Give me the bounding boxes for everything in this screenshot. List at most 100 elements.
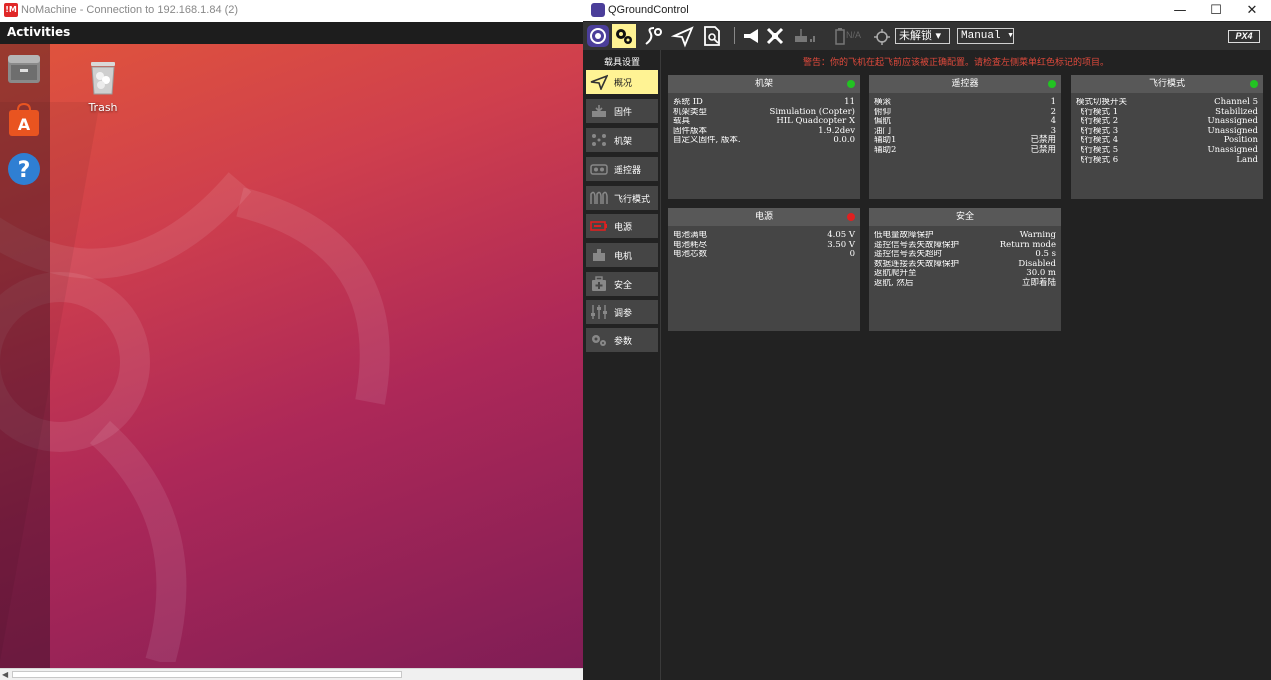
fly-view-button[interactable]	[670, 24, 695, 48]
power-summary-panel[interactable]: 电源 电池满电 4.05 V 电池耗尽 3.50 V 电池芯数 0	[668, 208, 860, 331]
panel-row: 固件版本 1.9.2dev	[673, 125, 855, 136]
safety-icon	[592, 276, 606, 291]
svg-text:A: A	[18, 115, 31, 134]
panel-row: 电池芯数 0	[673, 249, 855, 260]
messages-indicator[interactable]	[740, 24, 764, 48]
chevron-down-icon: ▾	[1007, 30, 1014, 42]
battery-icon	[590, 221, 607, 231]
panel-header: 遥控器	[869, 75, 1061, 93]
sidebar-item-safety[interactable]: 安全	[586, 272, 658, 296]
sidebar-item-radio[interactable]: 遥控器	[586, 157, 658, 181]
battery-indicator[interactable]	[833, 24, 847, 48]
sidebar-item-label: 调参	[614, 309, 633, 319]
analyze-document-icon	[704, 26, 720, 46]
activities-button[interactable]: Activities	[7, 25, 70, 39]
airframe-icon	[592, 134, 606, 146]
sidebar-item-label: 参数	[614, 337, 633, 347]
panel-row: 俯仰 2	[874, 106, 1056, 117]
panel-header: 飞行模式	[1071, 75, 1263, 93]
sidebar-item-label: 遥控器	[614, 166, 642, 176]
satellite-icon	[766, 27, 784, 45]
qgc-logo-icon	[587, 25, 609, 47]
battery-value: N/A	[846, 30, 862, 40]
files-icon[interactable]	[5, 50, 43, 88]
status-error-indicator-icon	[847, 213, 855, 221]
trash-icon	[91, 62, 115, 95]
qgc-menu-button[interactable]	[586, 24, 610, 48]
tuning-icon	[591, 305, 607, 319]
sidebar-item-summary[interactable]: 概况	[586, 70, 658, 94]
flight-modes-icon	[590, 191, 608, 204]
panel-row: 辅助1 已禁用	[874, 135, 1056, 146]
horizontal-scrollbar[interactable]: ◀	[0, 668, 583, 680]
arm-status-dropdown[interactable]: 未解锁 ▾	[895, 28, 950, 44]
rc-signal-icon	[795, 29, 815, 42]
panel-row: 自定义固件, 版本. 0.0.0	[673, 135, 855, 146]
panel-title: 遥控器	[951, 79, 979, 89]
scrollbar-thumb[interactable]	[12, 671, 402, 678]
ubuntu-software-icon[interactable]: A	[5, 100, 43, 138]
desktop-trash[interactable]: Trash	[82, 58, 124, 114]
sidebar-item-tuning[interactable]: 调参	[586, 300, 658, 324]
panel-body: 系统 ID 11 机架类型 Simulation (Copter) 载具 HIL Qu…	[668, 93, 860, 146]
analyze-view-button[interactable]	[700, 24, 724, 48]
ubuntu-desktop	[0, 22, 583, 668]
sidebar-item-motors[interactable]: 电机	[586, 243, 658, 267]
ubuntu-dock: A ?	[0, 44, 50, 668]
nomachine-window-title: NoMachine - Connection to 192.168.1.84 (…	[21, 4, 239, 16]
panel-body: 横滚 1 俯仰 2 偏航 4 油门 3 辅助1 已禁用 辅助2 已禁用	[869, 93, 1061, 156]
battery-icon	[835, 28, 845, 45]
plan-route-icon	[645, 27, 662, 45]
gps-indicator[interactable]	[763, 24, 787, 48]
qgc-titlebar: QGroundControl — ☐ ✕	[583, 0, 1271, 21]
safety-summary-panel[interactable]: 安全 低电量故障保护 Warning 遥控信号丢失故障保护 Return mode …	[869, 208, 1061, 331]
qgc-app-icon	[591, 3, 605, 17]
sidebar-item-airframe[interactable]: 机架	[586, 128, 658, 152]
panel-title: 电源	[754, 212, 773, 222]
nomachine-titlebar: !M NoMachine - Connection to 192.168.1.8…	[0, 0, 583, 22]
ubuntu-top-bar: Activities	[0, 22, 583, 44]
status-ok-indicator-icon	[1250, 80, 1258, 88]
crosshair-indicator[interactable]	[870, 24, 894, 48]
sidebar-item-label: 机架	[614, 137, 633, 147]
airframe-summary-panel[interactable]: 机架 系统 ID 11 机架类型 Simulation (Copter) 载具 HIL…	[668, 75, 860, 199]
megaphone-icon	[744, 29, 758, 43]
vehicle-setup-button[interactable]	[612, 24, 636, 48]
flight-mode-label: Manual	[961, 30, 1001, 42]
sidebar-item-firmware[interactable]: 固件	[586, 99, 658, 123]
svg-text:?: ?	[18, 158, 31, 183]
flight-modes-summary-panel[interactable]: 飞行模式 模式切换开关 Channel 5 飞行模式 1 Stabilized 飞行…	[1071, 75, 1263, 199]
parameters-icon	[592, 335, 606, 346]
sidebar-item-label: 电机	[614, 252, 633, 262]
crosshair-icon	[874, 29, 890, 45]
panel-header: 安全	[869, 208, 1061, 226]
sidebar-item-flight-modes[interactable]: 飞行模式	[586, 186, 658, 210]
arm-status-label: 未解锁	[899, 29, 932, 42]
help-icon[interactable]: ?	[5, 150, 43, 188]
sidebar-item-parameters[interactable]: 参数	[586, 328, 658, 352]
panel-row: 飞行模式 6 Land	[1076, 154, 1258, 165]
maximize-button[interactable]: ☐	[1199, 0, 1233, 21]
setup-warning-message: 警告：你的飞机在起飞前应该被正确配置。请检查左侧菜单红色标记的项目。	[803, 58, 1110, 68]
minimize-button[interactable]: —	[1163, 0, 1197, 21]
panel-row: 电池耗尽 3.50 V	[673, 239, 855, 250]
flight-mode-dropdown[interactable]: Manual ▾	[957, 28, 1014, 44]
rc-rssi-indicator[interactable]	[793, 24, 817, 48]
scroll-left-arrow-icon[interactable]: ◀	[2, 670, 8, 679]
radio-summary-panel[interactable]: 遥控器 横滚 1 俯仰 2 偏航 4 油门 3 辅助1 已禁用 辅助2 已禁用	[869, 75, 1061, 199]
plan-view-button[interactable]	[642, 24, 666, 48]
wallpaper-swirl	[0, 102, 390, 662]
motor-icon	[593, 249, 605, 261]
sidebar-item-label: 电源	[614, 223, 633, 233]
panel-row: 油门 3	[874, 125, 1056, 136]
sidebar-item-label: 固件	[614, 108, 633, 118]
panel-row: 偏航 4	[874, 116, 1056, 127]
qgroundcontrol-window: QGroundControl — ☐ ✕ N/A 未解锁 ▾ Manual ▾ …	[583, 0, 1271, 680]
panel-row: 遥控信号丢失故障保护 Return mode	[874, 239, 1056, 250]
panel-title: 飞行模式	[1148, 79, 1185, 89]
panel-row: 辅助2 已禁用	[874, 144, 1056, 155]
sidebar-item-power[interactable]: 电源	[586, 214, 658, 238]
close-button[interactable]: ✕	[1235, 0, 1269, 21]
panel-header: 电源	[668, 208, 860, 226]
panel-row: 返航, 然后 立即着陆	[874, 277, 1056, 288]
